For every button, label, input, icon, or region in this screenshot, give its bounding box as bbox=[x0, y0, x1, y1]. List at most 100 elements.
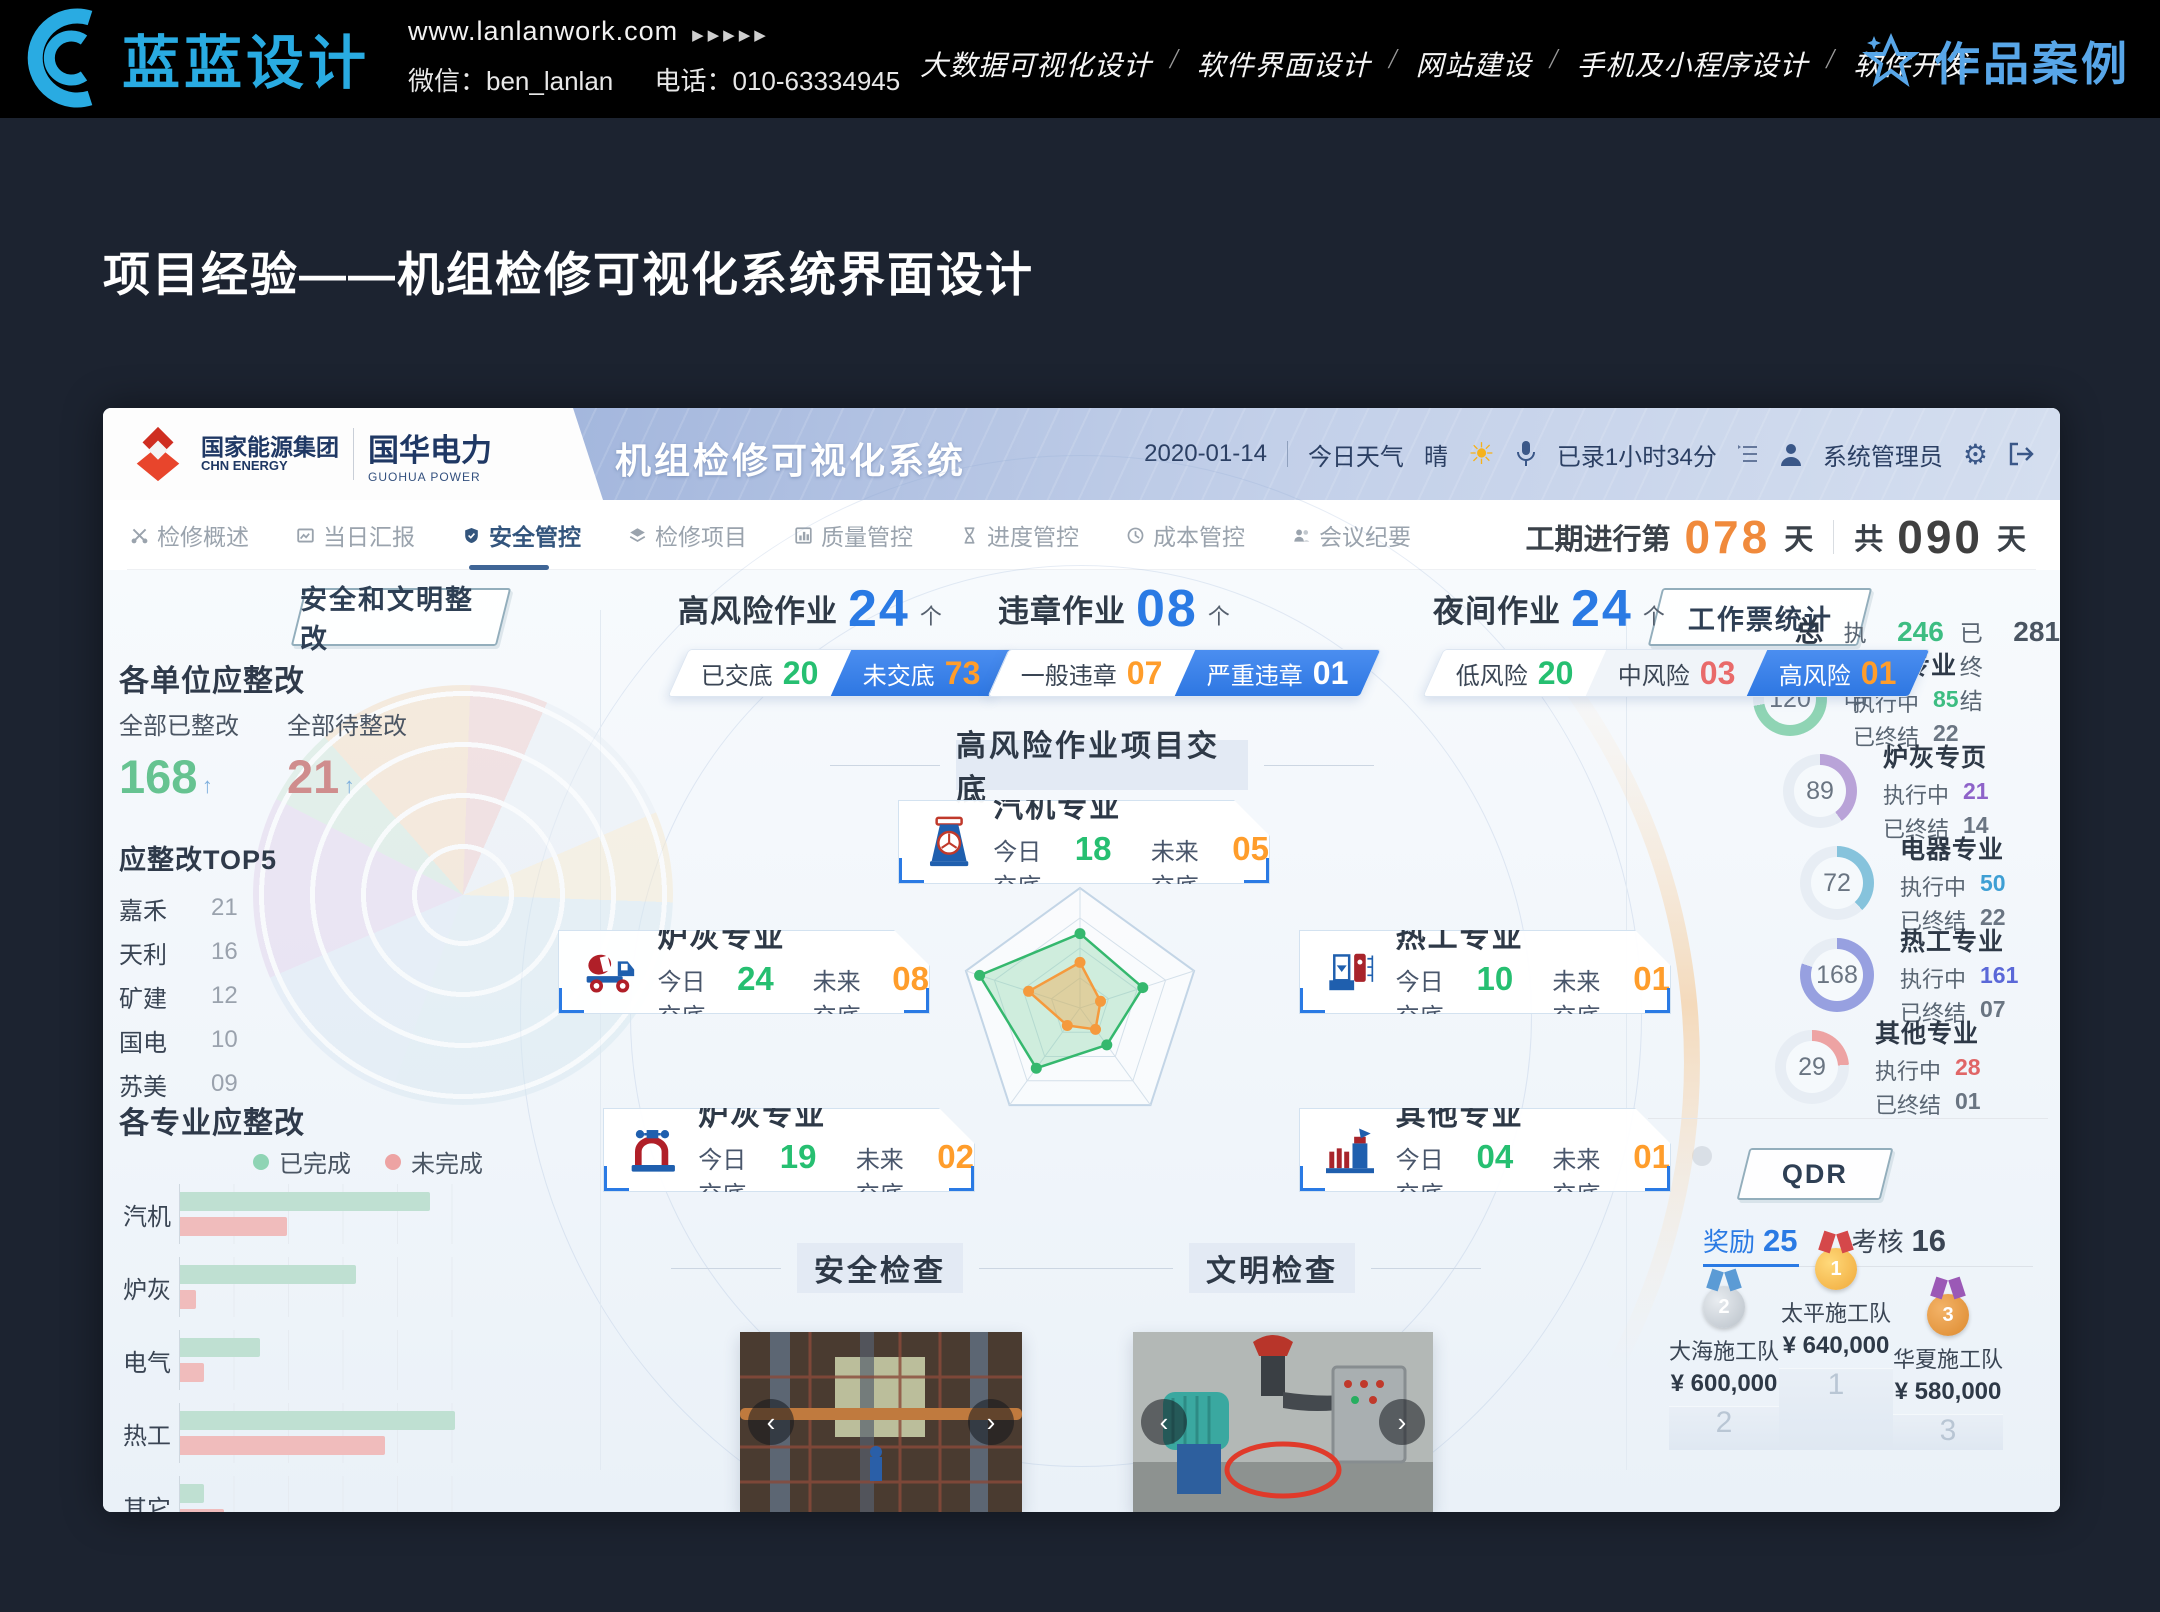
podium-second: 2 大海施工队 ¥ 600,000 2 bbox=[1669, 1286, 1779, 1450]
card-turbine[interactable]: 汽机专业 今日交底18 未来交底05 bbox=[898, 800, 1270, 884]
todo-value: 21 bbox=[287, 750, 339, 803]
wrench-icon bbox=[131, 527, 148, 544]
green-dot-icon bbox=[253, 1154, 269, 1170]
cases-label: 作品案例 bbox=[1934, 28, 2130, 94]
site-url[interactable]: www.lanlanwork.com bbox=[408, 16, 678, 46]
rectify-kpis: 全部已整改 168 ↑ 全部待整改 21 ↑ bbox=[119, 706, 407, 804]
current-date: 2020-01-14 bbox=[1144, 440, 1267, 468]
ticket-row-other: 29 其他专业 执行中28 已终结01 bbox=[1775, 1014, 1981, 1120]
list-item: 嘉禾21 bbox=[119, 886, 238, 930]
phone-number: 010-63334945 bbox=[733, 66, 901, 96]
menu-item-website[interactable]: 网站建设 bbox=[1416, 44, 1532, 84]
org2-name-en: GUOHUA POWER bbox=[368, 470, 492, 484]
tab-overview[interactable]: 检修概述 bbox=[131, 500, 249, 570]
tab-cost-control[interactable]: 成本管控 bbox=[1127, 500, 1245, 570]
cases-link[interactable]: 作品案例 bbox=[1862, 28, 2130, 94]
silver-medal-icon: 2 bbox=[1703, 1286, 1745, 1328]
org2-name: 国华电力 bbox=[368, 425, 492, 470]
briefing-radar-chart bbox=[930, 870, 1230, 1160]
team-amount: ¥ 580,000 bbox=[1895, 1378, 2002, 1406]
team-amount: ¥ 640,000 bbox=[1783, 1332, 1890, 1360]
logout-icon[interactable] bbox=[2008, 442, 2034, 466]
menu-item-bigdata[interactable]: 大数据可视化设计 bbox=[920, 44, 1152, 84]
ticket-row-ash: 89 炉灰专页 执行中21 已终结14 bbox=[1783, 738, 1989, 844]
tab-progress-control[interactable]: 进度管控 bbox=[961, 500, 1079, 570]
tab-safety-control[interactable]: 安全管控 bbox=[463, 500, 581, 570]
settings-gear-icon[interactable]: ⚙ bbox=[1963, 438, 1988, 471]
legend-done: 已完成 bbox=[279, 1144, 351, 1179]
site-logo[interactable]: 蓝蓝设计 bbox=[26, 8, 370, 108]
card-other[interactable]: 其他专业 今日交底04 未来交底01 bbox=[1299, 1108, 1671, 1192]
record-duration: 已录1小时34分 bbox=[1557, 437, 1717, 472]
card-ash-truck[interactable]: 炉灰专业 今日交底24 未来交底08 bbox=[558, 930, 930, 1014]
arrows-decor: ▶▶▶▶▶ bbox=[692, 27, 770, 44]
major-rectify-bar-chart: 汽机 炉灰 电气 热工 其它 050100150200250 bbox=[123, 1184, 487, 1512]
podium-step-1: 1 bbox=[1779, 1368, 1893, 1450]
stat-violations: 违章作业08个 一般违章07 严重违章01 bbox=[998, 586, 1371, 697]
tab-quality-control[interactable]: 质量管控 bbox=[795, 500, 913, 570]
civilized-check-title: 文明检查 bbox=[1189, 1243, 1355, 1293]
safety-check-title: 安全检查 bbox=[797, 1243, 963, 1293]
team-name: 太平施工队 bbox=[1781, 1296, 1891, 1328]
mixer-truck-icon bbox=[585, 945, 637, 999]
system-title: 机组检修可视化系统 bbox=[615, 432, 966, 484]
carousel-next-button[interactable]: › bbox=[1379, 1399, 1425, 1445]
menu-item-software-ui[interactable]: 软件界面设计 bbox=[1197, 44, 1371, 84]
org1-name: 国家能源集团 bbox=[201, 435, 339, 459]
org-logo-panel: 国家能源集团 CHN ENERGY 国华电力 GUOHUA POWER bbox=[103, 408, 603, 500]
top5-list: 嘉禾21 天利16 矿建12 国电10 苏美09 bbox=[119, 886, 238, 1106]
done-value: 168 bbox=[119, 750, 197, 803]
record-list-icon[interactable] bbox=[1737, 444, 1759, 464]
list-item: 矿建12 bbox=[119, 974, 238, 1018]
pink-dot-icon bbox=[385, 1154, 401, 1170]
turbine-icon bbox=[925, 811, 973, 873]
donut-chart: 89 bbox=[1783, 754, 1857, 828]
duration-prefix: 工期进行第 bbox=[1525, 516, 1670, 558]
card-ash-valve[interactable]: 炉灰专业 今日交底19 未来交底02 bbox=[603, 1108, 975, 1192]
microphone-icon[interactable] bbox=[1515, 440, 1537, 468]
top5-title: 应整改TOP5 bbox=[119, 838, 277, 877]
qdr-podium: 2 大海施工队 ¥ 600,000 2 1 太平施工队 ¥ 640,000 1 … bbox=[1669, 1282, 2005, 1450]
legend-undone: 未完成 bbox=[411, 1144, 483, 1179]
section-major-rectify: 各专业应整改 bbox=[119, 1098, 305, 1142]
org1-name-en: CHN ENERGY bbox=[201, 459, 339, 473]
tab-daily-report[interactable]: 当日汇报 bbox=[297, 500, 415, 570]
podium-step-2: 2 bbox=[1669, 1406, 1779, 1450]
dashboard-nav: 检修概述 当日汇报 安全管控 检修项目 质量管控 进度管控 bbox=[103, 500, 2060, 570]
tab-maintenance-projects[interactable]: 检修项目 bbox=[629, 500, 747, 570]
duration-current-days: 078 bbox=[1684, 510, 1770, 564]
bar-group: 电气 bbox=[123, 1330, 487, 1390]
todo-label: 全部待整改 bbox=[287, 706, 407, 741]
ribbon: 低风险20 中风险03 高风险01 bbox=[1422, 649, 1930, 697]
card-thermal[interactable]: 热工专业 今日交底10 未来交底01 bbox=[1299, 930, 1671, 1014]
site-contact: www.lanlanwork.com▶▶▶▶▶ 微信：ben_lanlan 电话… bbox=[408, 16, 900, 98]
done-label: 全部已整改 bbox=[119, 706, 239, 741]
bar-group: 汽机 bbox=[123, 1184, 487, 1244]
ribbon: 一般违章07 严重违章01 bbox=[987, 649, 1382, 697]
ribbon: 已交底20 未交底73 bbox=[667, 649, 1014, 697]
wechat-id: ben_lanlan bbox=[486, 66, 613, 96]
menu-item-mobile[interactable]: 手机及小程序设计 bbox=[1576, 44, 1808, 84]
qdr-badge: QDR bbox=[1737, 1148, 1894, 1200]
user-name[interactable]: 系统管理员 bbox=[1823, 437, 1943, 472]
carousel-prev-button[interactable]: ‹ bbox=[748, 1399, 794, 1445]
bronze-medal-icon: 3 bbox=[1927, 1294, 1969, 1336]
safety-check-photo: ‹ › bbox=[740, 1332, 1022, 1512]
team-amount: ¥ 600,000 bbox=[1671, 1370, 1778, 1398]
layers-icon bbox=[629, 527, 646, 544]
carousel-next-button[interactable]: › bbox=[968, 1399, 1014, 1445]
safety-civil-badge: 安全和文明整改 bbox=[291, 588, 511, 646]
shield-icon bbox=[463, 527, 480, 544]
bar-group: 热工 bbox=[123, 1403, 487, 1463]
tab-meeting-minutes[interactable]: 会议纪要 bbox=[1293, 500, 1411, 570]
duration-total-label: 共 bbox=[1854, 516, 1883, 558]
right-divider bbox=[1648, 1118, 2048, 1119]
lanlan-logo-icon bbox=[26, 8, 112, 108]
page-title: 项目经验——机组检修可视化系统界面设计 bbox=[103, 236, 1034, 305]
header-toolbar: 2020-01-14 今日天气 晴 ☀ 已录1小时34分 系统管理员 ⚙ bbox=[1144, 408, 2034, 500]
site-logo-text: 蓝蓝设计 bbox=[122, 16, 370, 100]
dashboard-body: 安全和文明整改 各单位应整改 全部已整改 168 ↑ 全部待整改 21 ↑ 应整… bbox=[103, 570, 2060, 1512]
up-arrow-icon: ↑ bbox=[344, 773, 355, 798]
meeting-people-icon bbox=[1293, 527, 1310, 544]
carousel-prev-button[interactable]: ‹ bbox=[1141, 1399, 1187, 1445]
